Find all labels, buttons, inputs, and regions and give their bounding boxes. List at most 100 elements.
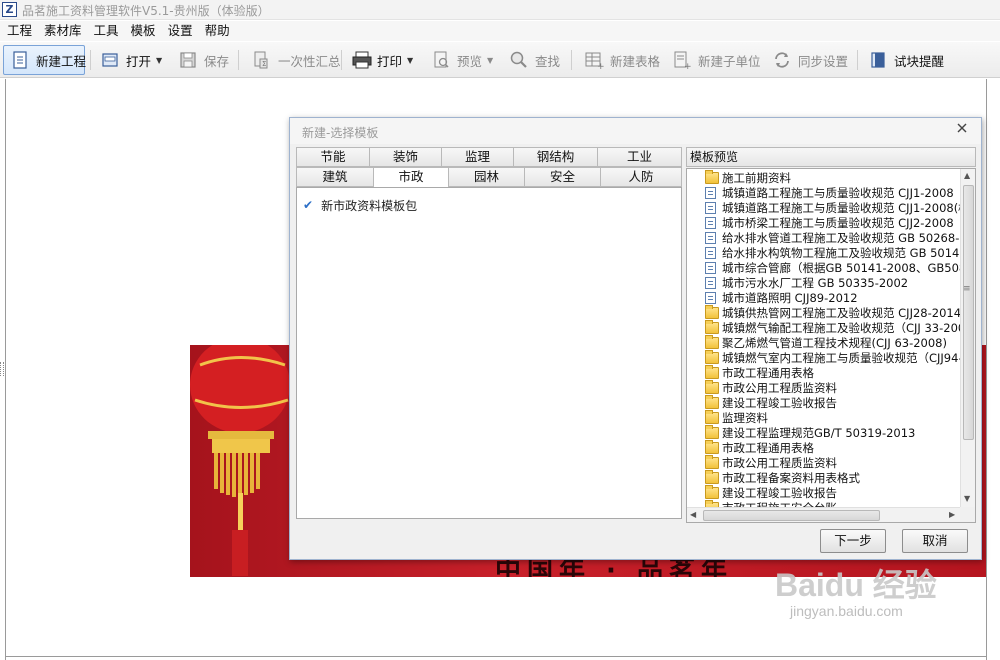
toolbar-separator [341, 50, 342, 70]
cancel-button[interactable]: 取消 [902, 529, 968, 553]
tree-item[interactable]: 给水排水管道工程施工及验收规范 GB 50268-2008 [705, 230, 960, 245]
tree-item[interactable]: 城镇供热管网工程施工及验收规范 CJJ28-2014 [705, 304, 960, 320]
new-table-label: 新建表格 [610, 53, 661, 69]
scroll-down-icon[interactable]: ▼ [964, 494, 970, 503]
summary-button[interactable]: Σ 一次性汇总 [246, 45, 347, 75]
scroll-up-icon[interactable]: ▲ [964, 171, 970, 180]
open-button[interactable]: 打开 ▼ [94, 45, 168, 75]
tree-item-label: 城市污水水厂工程 GB 50335-2002 [722, 275, 909, 290]
tree-item[interactable]: 监理资料 [705, 409, 960, 425]
tree-item[interactable]: 建设工程监理规范GB/T 50319-2013 [705, 424, 960, 440]
print-button[interactable]: 打印 ▼ [345, 45, 419, 75]
scrollbar-grip-icon: ≡ [963, 284, 971, 294]
preview-icon [431, 50, 451, 70]
tree-item[interactable]: 市政公用工程质监资料 [705, 454, 960, 470]
tab-supervision[interactable]: 监理 [441, 147, 514, 167]
scrollbar-corner [960, 507, 975, 522]
menu-help[interactable]: 帮助 [199, 21, 236, 41]
tab-energy[interactable]: 节能 [296, 147, 370, 167]
new-project-button[interactable]: 新建工程 [3, 45, 86, 75]
tree-item[interactable]: 城市污水水厂工程 GB 50335-2002 [705, 275, 960, 290]
tree-item[interactable]: 市政工程通用表格 [705, 439, 960, 455]
tree-item[interactable]: 施工前期资料 [705, 170, 960, 185]
tree-item[interactable]: 建设工程竣工验收报告 [705, 394, 960, 410]
tree-item[interactable]: 城镇道路工程施工与质量验收规范 CJJ1-2008 [705, 185, 960, 200]
scroll-left-icon[interactable]: ◀ [690, 510, 696, 519]
tree-item-label: 聚乙烯燃气管道工程技术规程(CJJ 63-2008) [722, 335, 947, 350]
tree-item[interactable]: 聚乙烯燃气管道工程技术规程(CJJ 63-2008) [705, 334, 960, 350]
tree-item[interactable]: 城镇燃气室内工程施工与质量验收规范（CJJ94-2009） [705, 349, 960, 365]
tab-landscape[interactable]: 园林 [448, 167, 525, 187]
menu-project[interactable]: 工程 [0, 21, 38, 41]
tree-item[interactable]: 市政工程备案资料用表格式 [705, 469, 960, 485]
folder-icon [705, 334, 719, 349]
dialog-title-bar[interactable]: 新建-选择模板 [290, 118, 981, 144]
tree-item[interactable]: 城市道路照明 CJJ89-2012 [705, 290, 960, 305]
tab-steel-structure[interactable]: 钢结构 [513, 147, 598, 167]
tree-item-label: 城镇道路工程施工与质量验收规范 CJJ1-2008(横 [722, 200, 960, 215]
print-dropdown-icon[interactable]: ▼ [407, 56, 413, 65]
tree-item[interactable]: 市政公用工程质监资料 [705, 379, 960, 395]
menu-tools[interactable]: 工具 [88, 21, 125, 41]
lantern-illustration [190, 345, 290, 576]
template-label: 新市政资料模板包 [321, 198, 418, 213]
scrollbar-thumb[interactable] [703, 510, 880, 521]
folder-icon [705, 304, 719, 319]
summary-icon: Σ [252, 50, 272, 70]
svg-text:+: + [597, 62, 604, 70]
tree-item[interactable]: 城市桥梁工程施工与质量验收规范 CJJ2-2008 [705, 215, 960, 230]
folder-icon [705, 170, 719, 184]
tab-building[interactable]: 建筑 [296, 167, 374, 187]
tree-item-label: 市政公用工程质监资料 [722, 380, 837, 395]
tree-item[interactable]: 建设工程竣工验收报告 [705, 484, 960, 500]
tree-item[interactable]: 城镇道路工程施工与质量验收规范 CJJ1-2008(横 [705, 200, 960, 215]
vertical-scrollbar[interactable]: ▲ ≡ ▼ [960, 169, 975, 507]
tree-item-label: 城镇燃气室内工程施工与质量验收规范（CJJ94-2009） [722, 350, 960, 365]
tree-item[interactable]: 给水排水构筑物工程施工及验收规范 GB 50141-2008 [705, 245, 960, 260]
tab-safety[interactable]: 安全 [524, 167, 601, 187]
tab-industrial[interactable]: 工业 [597, 147, 682, 167]
tab-civil-defense[interactable]: 人防 [600, 167, 682, 187]
document-icon [705, 291, 716, 304]
close-icon[interactable] [954, 122, 970, 138]
tab-municipal[interactable]: 市政 [373, 167, 449, 188]
new-sub-unit-button[interactable]: + 新建子单位 [666, 45, 767, 75]
sync-settings-button[interactable]: 同步设置 [766, 45, 854, 75]
save-button[interactable]: 保存 [172, 45, 235, 75]
document-icon [705, 201, 716, 214]
toolbar-separator [90, 50, 91, 70]
folder-icon [705, 349, 719, 364]
tree-item[interactable]: 城市综合管廊（根据GB 50141-2008、GB50838-2015 [705, 260, 960, 275]
tree-item-label: 城市道路照明 CJJ89-2012 [722, 290, 858, 305]
folder-icon [705, 424, 719, 439]
folder-icon [705, 439, 719, 454]
new-table-button[interactable]: + 新建表格 [578, 45, 666, 75]
menu-materials[interactable]: 素材库 [38, 21, 88, 41]
preview-dropdown-icon[interactable]: ▼ [487, 56, 493, 65]
window-title: 品茗施工资料管理软件V5.1-贵州版（体验版） [22, 4, 270, 18]
tree-item[interactable]: 市政工程通用表格 [705, 364, 960, 380]
preview-button[interactable]: 预览 ▼ [425, 45, 499, 75]
open-dropdown-icon[interactable]: ▼ [156, 56, 162, 65]
tree-item-label: 城镇供热管网工程施工及验收规范 CJJ28-2014 [722, 305, 960, 320]
save-disk-icon [178, 50, 198, 70]
menu-templates[interactable]: 模板 [125, 21, 162, 41]
tree-item-label: 市政工程通用表格 [722, 440, 814, 455]
splitter-handle[interactable] [0, 362, 4, 376]
trial-reminder-button[interactable]: 试块提醒 [862, 45, 950, 75]
find-button[interactable]: 查找 [503, 45, 566, 75]
sync-icon [772, 50, 792, 70]
template-list-item[interactable]: ✔ 新市政资料模板包 [303, 196, 417, 214]
folder-icon [705, 409, 719, 424]
tree-item[interactable]: 市政工程施工安全台账 [705, 499, 960, 507]
scroll-right-icon[interactable]: ▶ [949, 510, 955, 519]
folder-icon [705, 394, 719, 409]
next-button[interactable]: 下一步 [820, 529, 886, 553]
menu-settings[interactable]: 设置 [162, 21, 199, 41]
tab-decoration[interactable]: 装饰 [369, 147, 442, 167]
horizontal-scrollbar[interactable]: ◀ ▶ [687, 507, 960, 522]
scrollbar-thumb[interactable] [963, 185, 974, 440]
tree-item-label: 建设工程监理规范GB/T 50319-2013 [722, 425, 916, 440]
title-bar: Z 品茗施工资料管理软件V5.1-贵州版（体验版） [0, 0, 1000, 20]
tree-item[interactable]: 城镇燃气输配工程施工及验收规范（CJJ 33-2005） [705, 319, 960, 335]
